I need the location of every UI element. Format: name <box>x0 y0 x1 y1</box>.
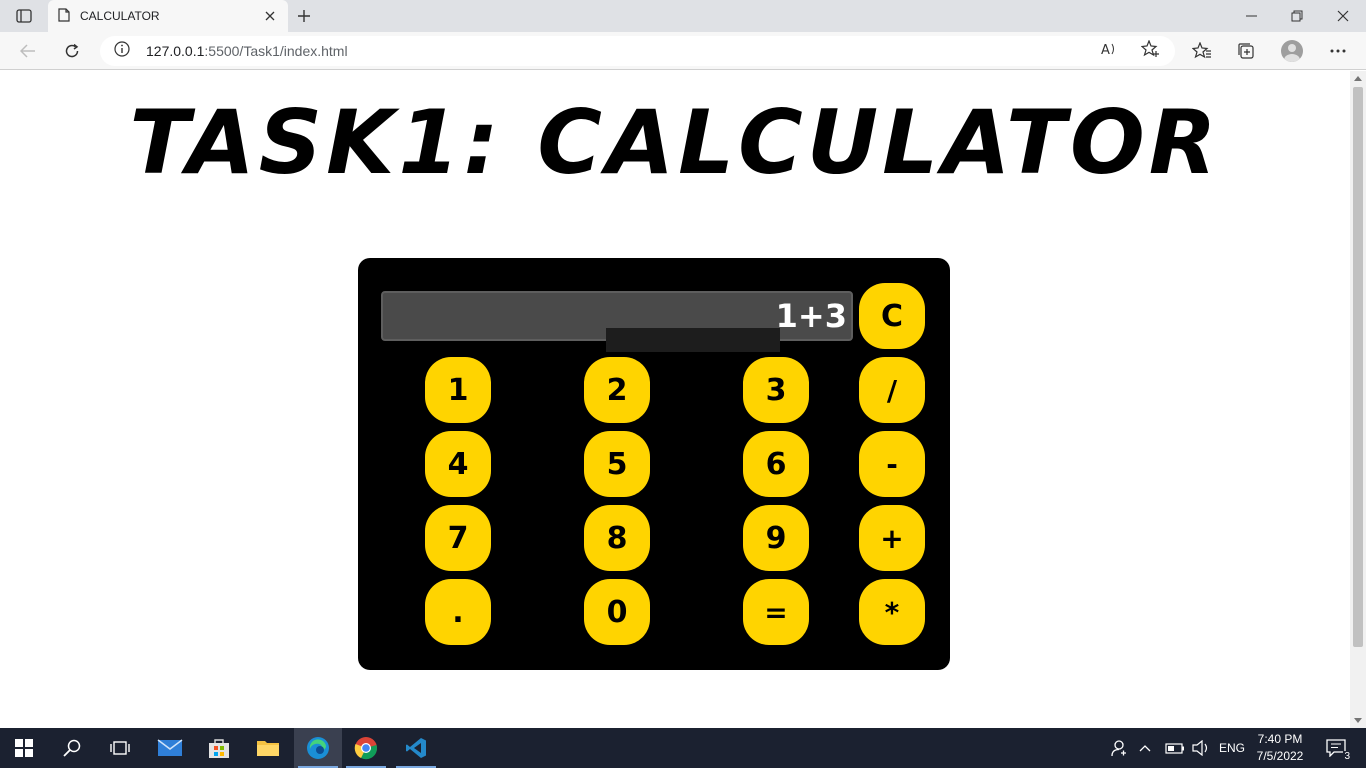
browser-toolbar: 127.0.0.1:5500/Task1/index.html A <box>0 32 1366 70</box>
browser-tab[interactable]: CALCULATOR <box>48 0 288 32</box>
clock[interactable]: 7:40 PM 7/5/2022 <box>1250 731 1310 765</box>
minimize-window-icon[interactable] <box>1228 0 1274 32</box>
page-viewport: TASK1: CALCULATOR 1+3 C 1 2 3 / 4 5 6 - … <box>0 71 1350 728</box>
key-plus[interactable]: + <box>859 505 925 571</box>
file-explorer-icon[interactable] <box>244 728 292 768</box>
notification-count-badge: 3 <box>1343 751 1351 762</box>
key-divide[interactable]: / <box>859 357 925 423</box>
key-4[interactable]: 4 <box>425 431 491 497</box>
scroll-up-icon[interactable] <box>1354 76 1362 81</box>
calculator: 1+3 C 1 2 3 / 4 5 6 - 7 8 9 + . 0 = * <box>358 258 950 670</box>
volume-icon[interactable] <box>1186 728 1216 768</box>
key-6[interactable]: 6 <box>743 431 809 497</box>
url-host: 127.0.0.1 <box>146 43 205 59</box>
favorites-icon[interactable] <box>1190 39 1214 63</box>
key-multiply[interactable]: * <box>859 579 925 645</box>
key-8[interactable]: 8 <box>584 505 650 571</box>
mail-app-icon[interactable] <box>146 728 194 768</box>
store-app-icon[interactable] <box>195 728 243 768</box>
url-path: :5500/Task1/index.html <box>204 43 348 59</box>
restore-window-icon[interactable] <box>1274 0 1320 32</box>
collections-icon[interactable] <box>1234 39 1258 63</box>
key-minus[interactable]: - <box>859 431 925 497</box>
svg-text:A: A <box>1101 43 1110 57</box>
key-3[interactable]: 3 <box>743 357 809 423</box>
page-title: TASK1: CALCULATOR <box>129 91 1221 194</box>
key-7[interactable]: 7 <box>425 505 491 571</box>
more-menu-icon[interactable] <box>1326 39 1350 63</box>
add-favorite-icon[interactable] <box>1140 39 1161 62</box>
search-icon[interactable] <box>48 728 96 768</box>
key-5[interactable]: 5 <box>584 431 650 497</box>
back-arrow-icon[interactable] <box>16 39 40 63</box>
key-0[interactable]: 0 <box>584 579 650 645</box>
key-clear[interactable]: C <box>859 283 925 349</box>
vscode-icon[interactable] <box>392 728 440 768</box>
tab-close-icon[interactable] <box>262 8 278 24</box>
key-dot[interactable]: . <box>425 579 491 645</box>
windows-taskbar: ENG 7:40 PM 7/5/2022 3 <box>0 728 1366 768</box>
start-windows-icon[interactable] <box>0 728 48 768</box>
show-hidden-icons-icon[interactable] <box>1130 728 1160 768</box>
new-tab-button[interactable] <box>294 6 314 26</box>
url-text[interactable]: 127.0.0.1:5500/Task1/index.html <box>146 43 1101 59</box>
scrollbar-thumb[interactable] <box>1353 87 1363 647</box>
site-info-icon[interactable] <box>114 41 130 61</box>
scroll-down-icon[interactable] <box>1354 718 1362 723</box>
clock-date: 7/5/2022 <box>1256 749 1304 763</box>
key-9[interactable]: 9 <box>743 505 809 571</box>
language-indicator[interactable]: ENG <box>1219 741 1245 755</box>
address-bar[interactable]: 127.0.0.1:5500/Task1/index.html A <box>100 36 1175 66</box>
read-aloud-icon[interactable]: A <box>1101 41 1119 61</box>
key-equals[interactable]: = <box>743 579 809 645</box>
close-window-icon[interactable] <box>1320 0 1366 32</box>
profile-avatar-icon[interactable] <box>1281 40 1303 62</box>
task-view-icon[interactable] <box>96 728 144 768</box>
page-favicon-icon <box>58 7 70 26</box>
tab-title: CALCULATOR <box>80 9 160 23</box>
notification-center-icon[interactable]: 3 <box>1316 728 1356 768</box>
key-2[interactable]: 2 <box>584 357 650 423</box>
page-scrollbar[interactable] <box>1350 71 1366 728</box>
clock-time: 7:40 PM <box>1257 732 1303 746</box>
edge-browser-icon[interactable] <box>294 728 342 768</box>
tab-actions-icon[interactable] <box>10 6 38 26</box>
key-1[interactable]: 1 <box>425 357 491 423</box>
chrome-browser-icon[interactable] <box>342 728 390 768</box>
browser-tab-bar: CALCULATOR <box>0 0 1366 32</box>
refresh-icon[interactable] <box>60 39 84 63</box>
tooltip-remnant <box>606 328 780 352</box>
